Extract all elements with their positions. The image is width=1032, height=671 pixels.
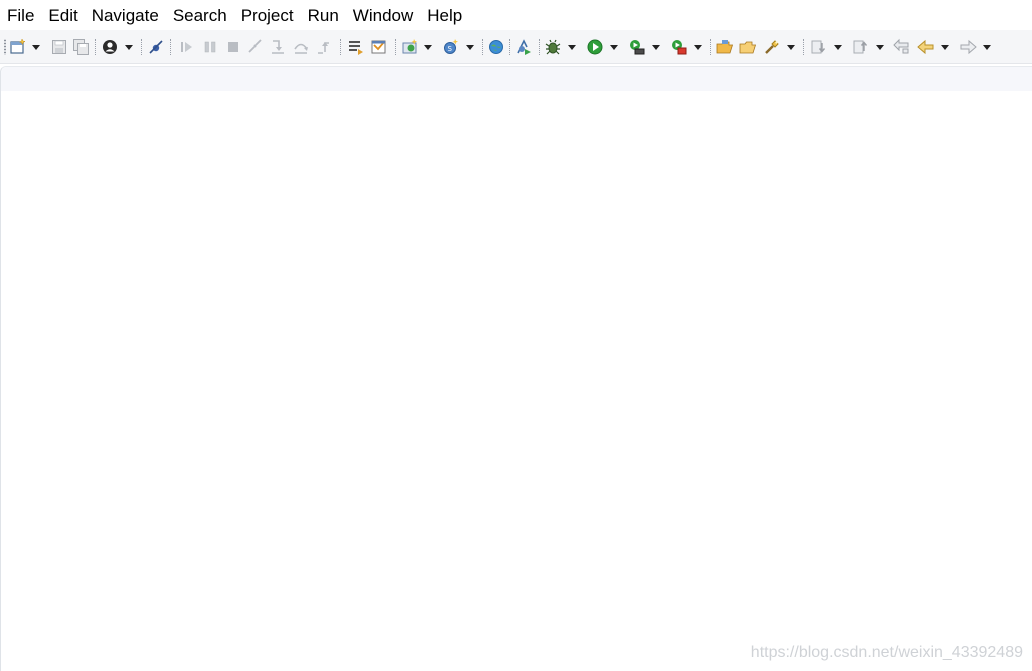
run-server-icon[interactable] bbox=[628, 38, 646, 56]
previous-annotation-icon[interactable] bbox=[852, 38, 870, 56]
skip-breakpoints-icon[interactable] bbox=[147, 38, 165, 56]
publish-icon[interactable] bbox=[101, 38, 119, 56]
run-server-dropdown-icon[interactable] bbox=[652, 45, 660, 50]
watermark-text: https://blog.csdn.net/weixin_43392489 bbox=[750, 644, 1023, 661]
run-icon[interactable] bbox=[586, 38, 604, 56]
toolbar-separator bbox=[95, 39, 97, 55]
debug-dropdown-icon[interactable] bbox=[568, 45, 576, 50]
toolbar-separator bbox=[482, 39, 484, 55]
external-tools-dropdown-icon[interactable] bbox=[694, 45, 702, 50]
disconnect-icon[interactable] bbox=[246, 38, 264, 56]
last-edit-location-icon[interactable] bbox=[893, 38, 911, 56]
new-web-service-dropdown-icon[interactable] bbox=[466, 45, 474, 50]
save-icon[interactable] bbox=[50, 38, 68, 56]
step-into-icon[interactable] bbox=[269, 38, 287, 56]
forward-dropdown-icon[interactable] bbox=[983, 45, 991, 50]
toolbar-separator bbox=[509, 39, 511, 55]
editor-tab-strip[interactable] bbox=[1, 67, 1032, 91]
new-web-service-icon[interactable]: S bbox=[442, 38, 460, 56]
toolbar-separator bbox=[340, 39, 342, 55]
ide-window: File Edit Navigate Search Project Run Wi… bbox=[0, 0, 1032, 671]
back-dropdown-icon[interactable] bbox=[941, 45, 949, 50]
toolbar-separator bbox=[141, 39, 143, 55]
toolbar-separator bbox=[395, 39, 397, 55]
forward-icon[interactable] bbox=[959, 38, 977, 56]
editor-area[interactable] bbox=[0, 66, 1032, 671]
toolbar-separator bbox=[710, 39, 712, 55]
deploy-icon[interactable] bbox=[515, 38, 533, 56]
resume-icon[interactable] bbox=[178, 38, 196, 56]
run-dropdown-icon[interactable] bbox=[610, 45, 618, 50]
open-type-icon[interactable] bbox=[347, 38, 365, 56]
browser-icon[interactable] bbox=[487, 38, 505, 56]
open-file-icon[interactable] bbox=[739, 38, 757, 56]
new-server-icon[interactable] bbox=[401, 38, 419, 56]
menu-project[interactable]: Project bbox=[234, 0, 301, 30]
open-task-icon[interactable] bbox=[370, 38, 388, 56]
toolbar-grip[interactable] bbox=[4, 39, 6, 55]
toolbar-separator bbox=[803, 39, 805, 55]
save-all-icon[interactable] bbox=[72, 38, 90, 56]
debug-icon[interactable] bbox=[544, 38, 562, 56]
new-dropdown-icon[interactable] bbox=[32, 45, 40, 50]
publish-dropdown-icon[interactable] bbox=[125, 45, 133, 50]
external-tools-icon[interactable] bbox=[670, 38, 688, 56]
step-return-icon[interactable] bbox=[315, 38, 333, 56]
next-annotation-icon[interactable] bbox=[810, 38, 828, 56]
suspend-icon[interactable] bbox=[201, 38, 219, 56]
menu-edit[interactable]: Edit bbox=[41, 0, 84, 30]
menu-run[interactable]: Run bbox=[301, 0, 346, 30]
next-annotation-dropdown-icon[interactable] bbox=[834, 45, 842, 50]
menu-window[interactable]: Window bbox=[346, 0, 420, 30]
search-icon[interactable] bbox=[763, 38, 781, 56]
back-icon[interactable] bbox=[917, 38, 935, 56]
menu-file[interactable]: File bbox=[0, 0, 41, 30]
previous-annotation-dropdown-icon[interactable] bbox=[876, 45, 884, 50]
svg-text:S: S bbox=[448, 45, 453, 53]
step-over-icon[interactable] bbox=[292, 38, 310, 56]
menu-search[interactable]: Search bbox=[166, 0, 234, 30]
terminate-icon[interactable] bbox=[224, 38, 242, 56]
toolbar-separator bbox=[170, 39, 172, 55]
main-toolbar: S bbox=[0, 30, 1032, 64]
open-folder-icon[interactable] bbox=[716, 38, 734, 56]
menu-help[interactable]: Help bbox=[420, 0, 469, 30]
new-server-dropdown-icon[interactable] bbox=[424, 45, 432, 50]
menu-bar: File Edit Navigate Search Project Run Wi… bbox=[0, 0, 1032, 30]
search-dropdown-icon[interactable] bbox=[787, 45, 795, 50]
menu-navigate[interactable]: Navigate bbox=[85, 0, 166, 30]
toolbar-separator bbox=[539, 39, 541, 55]
new-icon[interactable] bbox=[9, 38, 27, 56]
